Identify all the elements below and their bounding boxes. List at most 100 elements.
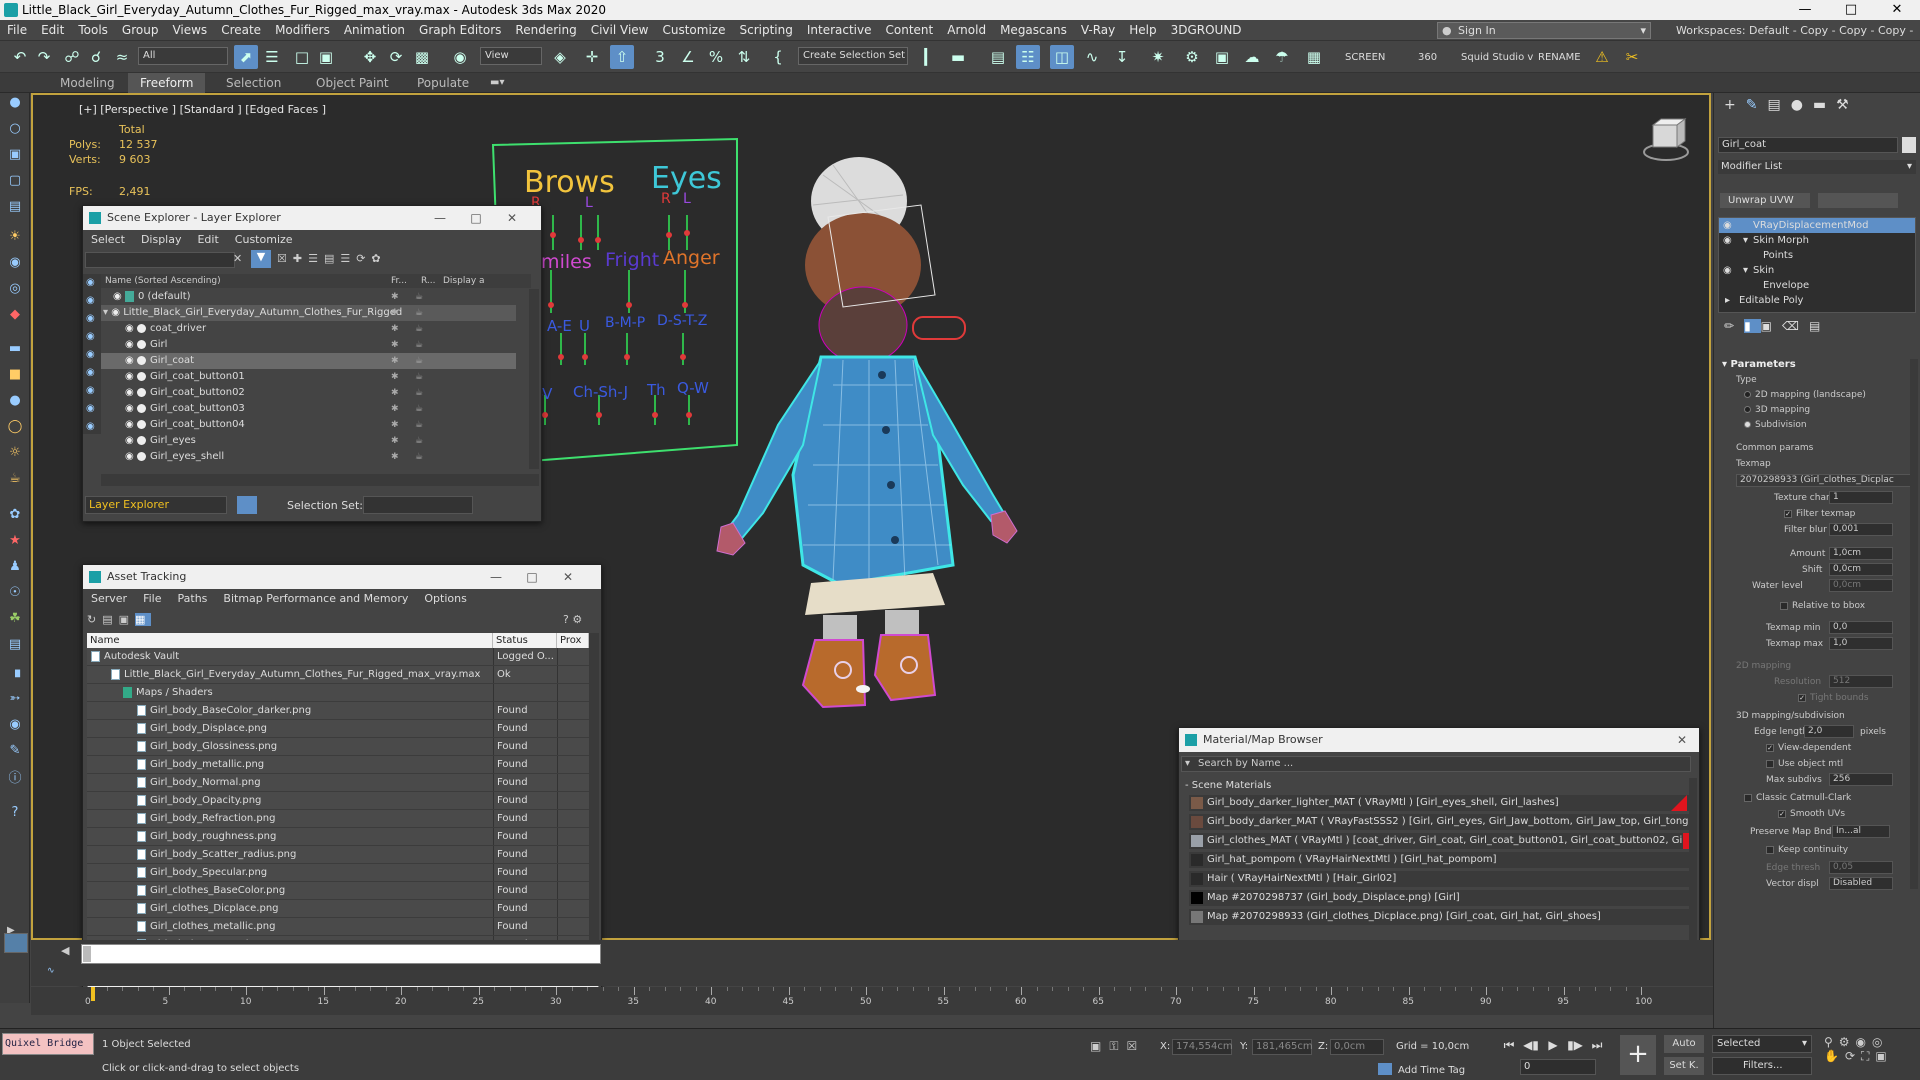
minimize-button[interactable]: — xyxy=(425,206,455,230)
menu-vray[interactable]: V-Ray xyxy=(1074,20,1122,41)
display-icon[interactable]: ▤ xyxy=(5,197,25,217)
amount-spinner[interactable]: 1,0cm xyxy=(1829,547,1893,560)
menu-file[interactable]: File xyxy=(0,20,34,41)
menu-server[interactable]: Server xyxy=(83,589,135,609)
asset-row[interactable]: Girl_clothes_Dicplace.png Found xyxy=(87,900,589,918)
placement-icon[interactable]: ◉ xyxy=(448,45,472,69)
selection-filter-dropdown[interactable]: All xyxy=(138,47,228,65)
set-key-button[interactable]: Set K. xyxy=(1664,1057,1704,1075)
helper-icon[interactable]: ◎ xyxy=(5,279,25,299)
asset-row[interactable]: Girl_body_Scatter_radius.png Found xyxy=(87,846,589,864)
menu-arnold[interactable]: Arnold xyxy=(940,20,993,41)
explorer-tool-icons[interactable]: ☒✚☰▤☰⟳✿ xyxy=(277,252,387,265)
maximize-button[interactable]: □ xyxy=(517,565,547,589)
sun-icon[interactable]: ☼ xyxy=(5,443,25,463)
menu-tools[interactable]: Tools xyxy=(71,20,115,41)
material-row[interactable]: Hair ( VRayHairNextMtl ) [Hair_Girl02] xyxy=(1189,871,1689,887)
percent-snap-icon[interactable]: % xyxy=(704,45,728,69)
menu-graph-editors[interactable]: Graph Editors xyxy=(412,20,508,41)
set-key-icon[interactable]: + xyxy=(1620,1035,1656,1075)
expand-icon[interactable]: ▾ xyxy=(1743,233,1748,248)
reference-coord-dropdown[interactable]: View xyxy=(480,47,542,65)
texture-chan-spinner[interactable]: 1 xyxy=(1829,491,1893,504)
menu-paths[interactable]: Paths xyxy=(170,589,216,609)
play-icon[interactable]: ▶ xyxy=(1542,1035,1564,1055)
texmap-max-spinner[interactable]: 1,0 xyxy=(1829,637,1893,650)
select-object-icon[interactable]: ⬈ xyxy=(234,45,258,69)
render-active-icon[interactable]: ☂ xyxy=(1270,45,1294,69)
menu-select[interactable]: Select xyxy=(83,230,133,250)
snaps-toggle-icon[interactable]: 3 xyxy=(648,45,672,69)
command-panel-tabs[interactable]: +✎▤●▬⚒ xyxy=(1724,97,1859,113)
box-icon[interactable]: ■ xyxy=(5,365,25,385)
asset-row[interactable]: Maps / Shaders xyxy=(87,684,589,702)
toggle-layer-explorer-icon[interactable]: ☷ xyxy=(1016,45,1040,69)
unwrap-uvw-button[interactable]: Unwrap UVW xyxy=(1720,193,1810,208)
relative-bbox-checkbox[interactable]: Relative to bbox xyxy=(1780,601,1865,611)
rotate-360-button[interactable]: 360 xyxy=(1418,52,1437,63)
stack-item-points[interactable]: Points xyxy=(1719,248,1915,263)
radio-subdivision[interactable]: Subdivision xyxy=(1744,420,1807,430)
timeline-ruler[interactable]: 0 5 10 15 20 25 30 35 40 45 50 55 60 65 70 75 80 85 90 95 10… xyxy=(31,987,1713,1015)
explorer-type-dropdown[interactable]: Layer Explorer xyxy=(85,496,227,514)
menu-views[interactable]: Views xyxy=(165,20,214,41)
menu-modifiers[interactable]: Modifiers xyxy=(268,20,337,41)
timeline-left-icon[interactable]: ◀ xyxy=(61,944,79,958)
close-button[interactable]: ✕ xyxy=(497,206,527,230)
stack-item-envelope[interactable]: Envelope xyxy=(1719,278,1915,293)
water-level-spinner[interactable]: 0,0cm xyxy=(1829,579,1893,592)
tight-bounds-checkbox[interactable]: ✓ Tight bounds xyxy=(1798,693,1869,703)
keyboard-shortcut-override-icon[interactable]: ⇧ xyxy=(610,45,634,69)
col-proxy[interactable]: Prox xyxy=(557,633,589,648)
material-search-input[interactable]: ▾ Search by Name ... xyxy=(1181,756,1691,772)
foliage-icon[interactable]: ☘ xyxy=(5,609,25,629)
light-icon[interactable]: ☀ xyxy=(5,227,25,247)
classic-catmull-checkbox[interactable]: Classic Catmull-Clark xyxy=(1744,793,1851,803)
menu-rendering[interactable]: Rendering xyxy=(508,20,583,41)
clear-search-icon[interactable]: ✕ xyxy=(233,252,242,265)
warning-icon[interactable]: ⚠ xyxy=(1590,45,1614,69)
biped-icon[interactable]: ♟ xyxy=(5,557,25,577)
torus-icon[interactable]: ◯ xyxy=(5,417,25,437)
spinner-snap-icon[interactable]: ⇅ xyxy=(732,45,756,69)
preserve-map-dropdown[interactable]: In...al xyxy=(1832,825,1890,838)
asset-view-icons[interactable]: ↻▤▣▦ xyxy=(87,613,152,626)
edit-named-sets-icon[interactable]: { xyxy=(766,45,790,69)
scissors-icon[interactable]: ✂ xyxy=(1620,45,1644,69)
minimize-button[interactable]: — xyxy=(1782,0,1828,20)
particle-icon[interactable]: ✿ xyxy=(5,505,25,525)
stairs-icon[interactable]: ▗ xyxy=(5,661,25,681)
stack-item-skin[interactable]: ◉ ▾ Skin xyxy=(1719,263,1915,278)
radio-2d-mapping[interactable]: 2D mapping (landscape) xyxy=(1744,390,1866,400)
maximize-button[interactable]: □ xyxy=(1828,0,1874,20)
asset-row[interactable]: Girl_body_Glossiness.png Found xyxy=(87,738,589,756)
tab-freeform[interactable]: Freeform xyxy=(128,73,206,93)
material-row[interactable]: Map #2070298737 (Girl_body_Displace.png)… xyxy=(1189,890,1689,906)
link-icon[interactable]: ☍ xyxy=(60,45,84,69)
curve-editor-icon[interactable]: ∿ xyxy=(1080,45,1104,69)
scene-search-input[interactable] xyxy=(85,252,235,268)
menu-help[interactable]: Help xyxy=(1122,20,1163,41)
viewcube-icon[interactable] xyxy=(1643,118,1689,161)
create-icon[interactable]: ● xyxy=(5,93,25,113)
quixel-bridge-button[interactable]: Quixel Bridge xyxy=(2,1033,94,1055)
material-scrollbar[interactable] xyxy=(1689,778,1697,956)
time-tag-icon[interactable] xyxy=(1378,1063,1392,1075)
y-coordinate-field[interactable]: 181,465cm xyxy=(1252,1039,1313,1055)
material-row[interactable]: Map #2070298933 (Girl_clothes_Dicplace.p… xyxy=(1189,909,1689,925)
menu-group[interactable]: Group xyxy=(115,20,166,41)
asset-row[interactable]: Girl_clothes_metallic.png Found xyxy=(87,918,589,936)
asset-row[interactable]: Girl_clothes_BaseColor.png Found xyxy=(87,882,589,900)
col-freeze[interactable]: Fr... xyxy=(391,274,407,288)
shift-spinner[interactable]: 0,0cm xyxy=(1829,563,1893,576)
menu-create[interactable]: Create xyxy=(214,20,268,41)
key-filter-dropdown[interactable]: Selected ▾ xyxy=(1712,1035,1812,1053)
rendered-frame-window-icon[interactable]: ▣ xyxy=(1210,45,1234,69)
select-by-name-icon[interactable]: ☰ xyxy=(260,45,284,69)
asset-scrollbar[interactable] xyxy=(589,633,599,958)
modifier-list-dropdown[interactable]: Modifier List ▾ xyxy=(1718,160,1916,174)
modify-icon[interactable]: ○ xyxy=(5,119,25,139)
render-setup-icon[interactable]: ⚙ xyxy=(1180,45,1204,69)
rename-button[interactable]: RENAME xyxy=(1538,52,1581,63)
rotate-icon[interactable]: ⟳ xyxy=(384,45,408,69)
